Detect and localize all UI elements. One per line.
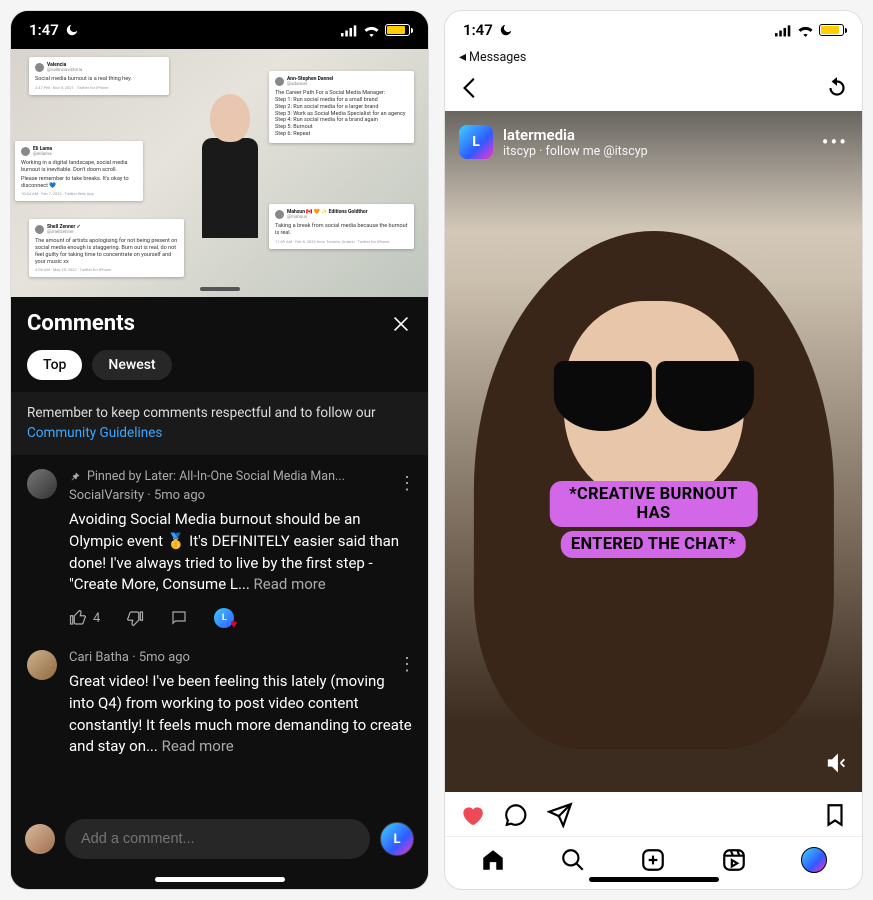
overlay-tweet: Shell Zenner ✓@shellzenner The amount of… bbox=[29, 219, 184, 277]
presenter-figure bbox=[178, 94, 282, 297]
home-indicator[interactable] bbox=[155, 877, 285, 882]
avatar[interactable] bbox=[27, 650, 57, 680]
comment-composer: L bbox=[11, 809, 428, 877]
comment-meta: SocialVarsity · 5mo ago bbox=[69, 488, 412, 503]
sort-tabs: Top Newest bbox=[11, 346, 428, 392]
reel-top-bar bbox=[445, 69, 862, 111]
pin-icon bbox=[69, 471, 81, 483]
bottom-nav bbox=[445, 836, 862, 877]
account-username[interactable]: latermedia bbox=[503, 126, 648, 144]
account-avatar[interactable]: L bbox=[459, 125, 493, 159]
thumbs-up-button[interactable]: 4 bbox=[69, 609, 100, 627]
post-actions bbox=[445, 792, 862, 836]
moon-icon bbox=[499, 23, 513, 37]
reel-video[interactable]: L latermedia itscyp · follow me @itscyp … bbox=[445, 111, 862, 792]
comment-item: Pinned by Later: All-In-One Social Media… bbox=[11, 455, 428, 636]
read-more[interactable]: Read more bbox=[162, 737, 234, 755]
battery-icon bbox=[819, 24, 844, 36]
share-button[interactable] bbox=[547, 802, 573, 828]
close-icon[interactable] bbox=[390, 313, 412, 335]
moon-icon bbox=[65, 23, 79, 37]
wifi-icon bbox=[797, 24, 814, 37]
home-indicator[interactable] bbox=[589, 877, 719, 882]
thumbs-down-button[interactable] bbox=[126, 609, 144, 627]
nav-profile[interactable] bbox=[801, 847, 827, 873]
creator-heart-icon: L bbox=[214, 608, 234, 628]
avatar[interactable] bbox=[27, 469, 57, 499]
overlay-tweet: Mahsun 🇨🇦 🧡 ✨ Editions Goldthor@mahsun T… bbox=[269, 204, 414, 249]
nav-search[interactable] bbox=[560, 847, 586, 873]
like-button[interactable] bbox=[459, 802, 485, 828]
audio-attribution[interactable]: itscyp · follow me @itscyp bbox=[503, 144, 648, 159]
comment-icon bbox=[170, 609, 188, 627]
thumbs-up-icon bbox=[69, 609, 87, 627]
comment-actions: 4 L bbox=[69, 608, 412, 628]
pinned-indicator: Pinned by Later: All-In-One Social Media… bbox=[69, 469, 412, 484]
tab-top[interactable]: Top bbox=[27, 350, 82, 380]
status-time: 1:47 bbox=[29, 21, 59, 39]
channel-badge[interactable]: L bbox=[380, 822, 414, 856]
comment-input[interactable] bbox=[65, 819, 370, 859]
read-more[interactable]: Read more bbox=[254, 575, 326, 593]
video-caption: *CREATIVE BURNOUT HAS ENTERED THE CHAT* bbox=[549, 479, 758, 560]
comment-menu-button[interactable]: ⋮ bbox=[398, 473, 416, 494]
tab-newest[interactable]: Newest bbox=[92, 350, 171, 380]
youtube-screen: 1:47 Valencia@valenciavictoria Social me… bbox=[10, 10, 429, 890]
back-to-messages[interactable]: ◂Messages bbox=[445, 49, 862, 69]
replay-icon[interactable] bbox=[824, 75, 850, 101]
sheet-drag-handle[interactable] bbox=[200, 287, 240, 291]
overlay-tweet: Valencia@valenciavictoria Social media b… bbox=[29, 57, 169, 95]
nav-reels[interactable] bbox=[721, 847, 747, 873]
back-button[interactable] bbox=[457, 75, 483, 101]
battery-icon bbox=[385, 24, 410, 36]
comment-text: Avoiding Social Media burnout should be … bbox=[69, 509, 412, 596]
reel-header: L latermedia itscyp · follow me @itscyp … bbox=[459, 125, 848, 159]
community-guidelines-link[interactable]: Community Guidelines bbox=[27, 425, 162, 441]
overlay-tweet: Eli Lama@elilama Working in a digital la… bbox=[15, 141, 143, 201]
signal-icon bbox=[775, 24, 792, 37]
overlay-tweet: Ann-Stephen Dannel@adannel The Career Pa… bbox=[269, 71, 414, 143]
instagram-screen: 1:47 ◂Messages L latermedia itscyp · fol… bbox=[444, 10, 863, 890]
guidelines-notice: Remember to keep comments respectful and… bbox=[11, 392, 428, 455]
more-options-button[interactable]: ••• bbox=[822, 130, 848, 154]
thumbs-down-icon bbox=[126, 609, 144, 627]
video-thumbnail[interactable]: Valencia@valenciavictoria Social media b… bbox=[11, 49, 428, 297]
notice-text: Remember to keep comments respectful and… bbox=[27, 405, 376, 421]
my-avatar[interactable] bbox=[25, 824, 55, 854]
comment-meta: Cari Batha · 5mo ago bbox=[69, 650, 412, 665]
video-subject bbox=[503, 261, 803, 670]
status-bar: 1:47 bbox=[445, 11, 862, 49]
status-time: 1:47 bbox=[463, 21, 493, 39]
wifi-icon bbox=[363, 24, 380, 37]
comments-header: Comments bbox=[11, 297, 428, 346]
status-bar: 1:47 bbox=[11, 11, 428, 49]
comment-menu-button[interactable]: ⋮ bbox=[398, 654, 416, 675]
comment-text: Great video! I've been feeling this late… bbox=[69, 671, 412, 758]
reply-button[interactable] bbox=[170, 609, 188, 627]
nav-home[interactable] bbox=[480, 847, 506, 873]
save-button[interactable] bbox=[822, 802, 848, 828]
comment-button[interactable] bbox=[503, 802, 529, 828]
nav-create[interactable] bbox=[640, 847, 666, 873]
mute-icon[interactable] bbox=[826, 752, 848, 774]
comments-title: Comments bbox=[27, 311, 135, 336]
signal-icon bbox=[341, 24, 358, 37]
comment-item: Cari Batha · 5mo ago Great video! I've b… bbox=[11, 636, 428, 766]
